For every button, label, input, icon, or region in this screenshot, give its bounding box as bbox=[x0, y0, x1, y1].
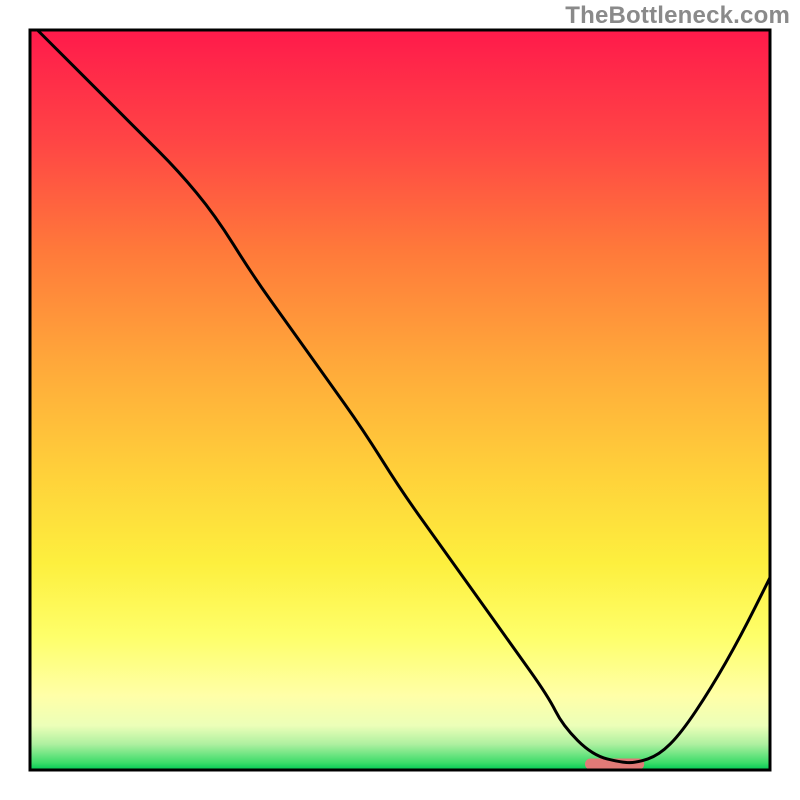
watermark-text: TheBottleneck.com bbox=[565, 2, 790, 30]
chart-container: TheBottleneck.com bbox=[0, 0, 800, 800]
plot-background bbox=[30, 30, 770, 770]
bottleneck-chart bbox=[0, 0, 800, 800]
